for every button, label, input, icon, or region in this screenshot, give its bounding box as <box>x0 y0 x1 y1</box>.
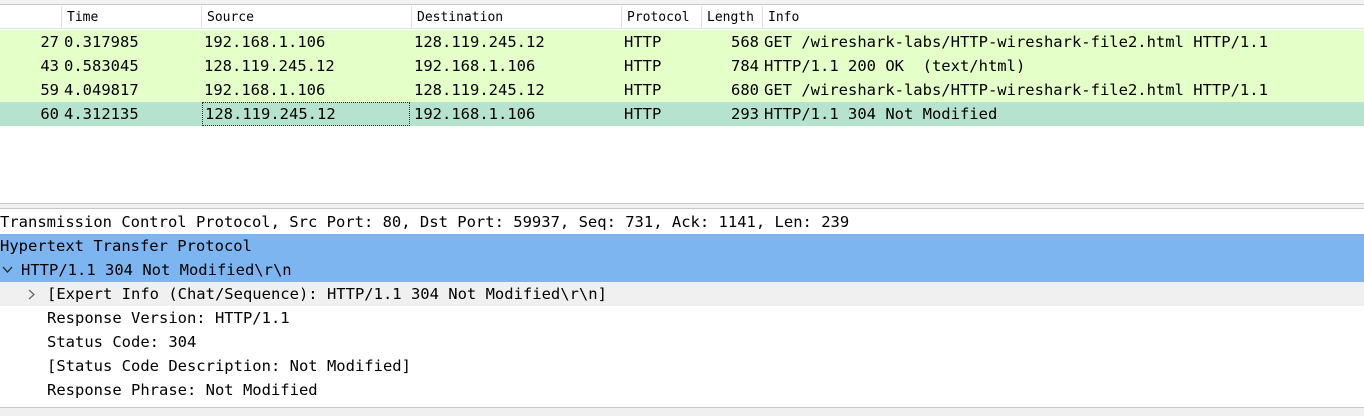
column-header-no[interactable] <box>0 6 62 29</box>
packet-number: 27 <box>40 33 59 51</box>
packet-protocol: HTTP <box>624 57 662 75</box>
tree-item-response-phrase[interactable]: Response Phrase: Not Modified <box>0 378 1364 402</box>
packet-time: 4.312135 <box>64 105 139 123</box>
tree-item-label: Status Code: 304 <box>47 333 197 351</box>
tree-item-response-version[interactable]: Response Version: HTTP/1.1 <box>0 306 1364 330</box>
chevron-right-icon[interactable] <box>25 282 39 306</box>
packet-source: 192.168.1.106 <box>204 81 326 99</box>
tree-item-status-code[interactable]: Status Code: 304 <box>0 330 1364 354</box>
packet-info: GET /wireshark-labs/HTTP-wireshark-file2… <box>764 33 1268 51</box>
packet-length: 784 <box>731 57 759 75</box>
packet-protocol: HTTP <box>624 81 662 99</box>
tree-item-label: Transmission Control Protocol, Src Port:… <box>0 213 850 231</box>
packet-destination: 128.119.245.12 <box>414 81 545 99</box>
chevron-down-icon[interactable] <box>0 258 14 282</box>
column-header-destination[interactable]: Destination <box>411 6 621 29</box>
tree-item-label: Response Version: HTTP/1.1 <box>47 309 290 327</box>
packet-number: 59 <box>40 81 59 99</box>
packet-destination: 192.168.1.106 <box>414 57 536 75</box>
packet-number: 60 <box>40 105 59 123</box>
column-header-source[interactable]: Source <box>201 6 411 29</box>
tree-item-status-description[interactable]: [Status Code Description: Not Modified] <box>0 354 1364 378</box>
packet-row[interactable]: 43 0.583045 128.119.245.12 192.168.1.106… <box>0 54 1364 78</box>
column-header-protocol[interactable]: Protocol <box>621 6 701 29</box>
packet-protocol: HTTP <box>624 105 662 123</box>
packet-number: 43 <box>40 57 59 75</box>
packet-length: 680 <box>731 81 759 99</box>
packet-row[interactable]: 59 4.049817 192.168.1.106 128.119.245.12… <box>0 78 1364 102</box>
packet-details-pane[interactable]: Transmission Control Protocol, Src Port:… <box>0 209 1364 407</box>
pane-top-border <box>0 0 1364 5</box>
packet-row-selected[interactable]: 60 4.312135 128.119.245.12 192.168.1.106… <box>0 102 1364 126</box>
pane-bottom-border <box>0 407 1364 416</box>
packet-info: HTTP/1.1 200 OK (text/html) <box>764 57 1026 75</box>
packet-info: GET /wireshark-labs/HTTP-wireshark-file2… <box>764 81 1268 99</box>
column-header-length[interactable]: Length <box>701 6 762 29</box>
tree-item-label: [Status Code Description: Not Modified] <box>47 357 411 375</box>
packet-time: 4.049817 <box>64 81 139 99</box>
tree-item-label: HTTP/1.1 304 Not Modified\r\n <box>21 261 292 279</box>
packet-row[interactable]: 27 0.317985 192.168.1.106 128.119.245.12… <box>0 30 1364 54</box>
packet-source: 128.119.245.12 <box>204 57 335 75</box>
packet-destination: 128.119.245.12 <box>414 33 545 51</box>
packet-list-header: Time Source Destination Protocol Length … <box>0 6 1364 29</box>
packet-length: 293 <box>731 105 759 123</box>
packet-source: 192.168.1.106 <box>204 33 326 51</box>
tree-item-status-line[interactable]: HTTP/1.1 304 Not Modified\r\n <box>0 258 1364 282</box>
tree-item-expert-info[interactable]: [Expert Info (Chat/Sequence): HTTP/1.1 3… <box>0 282 1364 306</box>
packet-info: HTTP/1.1 304 Not Modified <box>764 105 998 123</box>
column-header-time[interactable]: Time <box>61 6 201 29</box>
packet-source-focused[interactable]: 128.119.245.12 <box>202 102 410 126</box>
packet-length: 568 <box>731 33 759 51</box>
packet-time: 0.317985 <box>64 33 139 51</box>
tree-item-http-protocol[interactable]: Hypertext Transfer Protocol <box>0 234 1364 258</box>
column-header-info[interactable]: Info <box>762 6 1364 29</box>
packet-list-pane[interactable]: Time Source Destination Protocol Length … <box>0 0 1364 203</box>
tree-item-label: Hypertext Transfer Protocol <box>0 237 252 255</box>
packet-time: 0.583045 <box>64 57 139 75</box>
tree-item-label: [Expert Info (Chat/Sequence): HTTP/1.1 3… <box>47 285 607 303</box>
tree-item-tcp[interactable]: Transmission Control Protocol, Src Port:… <box>0 210 1364 234</box>
packet-protocol: HTTP <box>624 33 662 51</box>
packet-destination: 192.168.1.106 <box>414 105 536 123</box>
tree-item-label: Response Phrase: Not Modified <box>47 381 318 399</box>
